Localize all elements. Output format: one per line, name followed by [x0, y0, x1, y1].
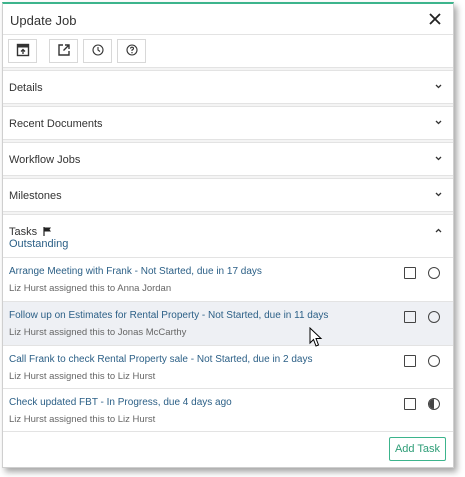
- not-started-status-icon[interactable]: [428, 311, 440, 323]
- task-checkbox[interactable]: [404, 267, 416, 279]
- task-checkbox[interactable]: [404, 398, 416, 410]
- task-title[interactable]: Check updated FBT - In Progress, due 4 d…: [9, 397, 232, 408]
- task-assignment: Liz Hurst assigned this to Jonas McCarth…: [9, 327, 187, 338]
- not-started-status-icon[interactable]: [428, 355, 440, 367]
- task-assignment: Liz Hurst assigned this to Liz Hurst: [9, 414, 156, 425]
- section-label: Recent Documents: [9, 118, 103, 130]
- section-milestones[interactable]: Milestones: [3, 179, 453, 212]
- task-title[interactable]: Follow up on Estimates for Rental Proper…: [9, 310, 328, 321]
- dialog-header: Update Job: [3, 4, 453, 35]
- toolbar: [3, 35, 453, 68]
- section-recent-documents[interactable]: Recent Documents: [3, 107, 453, 140]
- tasks-label: Tasks: [9, 226, 38, 238]
- section-label: Details: [9, 82, 43, 94]
- task-row[interactable]: Check updated FBT - In Progress, due 4 d…: [3, 388, 453, 432]
- chevron-up-icon: [435, 228, 442, 233]
- task-row[interactable]: Arrange Meeting with Frank - Not Started…: [3, 257, 453, 301]
- section-workflow-jobs[interactable]: Workflow Jobs: [3, 143, 453, 176]
- task-row[interactable]: Follow up on Estimates for Rental Proper…: [3, 301, 453, 345]
- update-job-dialog: Update Job Details Recent Documents Work…: [2, 2, 454, 468]
- section-label: Workflow Jobs: [9, 154, 81, 166]
- task-title[interactable]: Call Frank to check Rental Property sale…: [9, 354, 312, 365]
- section-label: Milestones: [9, 190, 62, 202]
- help-icon: [125, 43, 138, 59]
- external-link-button[interactable]: [49, 39, 78, 63]
- dialog-footer: Add Task: [3, 431, 453, 468]
- dialog-title: Update Job: [10, 13, 77, 28]
- external-link-icon: [57, 43, 71, 60]
- close-icon[interactable]: [425, 8, 445, 30]
- in-progress-status-icon[interactable]: [428, 398, 440, 410]
- task-title[interactable]: Arrange Meeting with Frank - Not Started…: [9, 266, 262, 277]
- history-button[interactable]: [83, 39, 112, 63]
- task-checkbox[interactable]: [404, 355, 416, 367]
- open-in-window-icon: [16, 43, 30, 60]
- mouse-cursor-icon: [309, 327, 323, 347]
- task-assignment: Liz Hurst assigned this to Anna Jordan: [9, 283, 172, 294]
- outstanding-label: Outstanding: [9, 238, 69, 250]
- add-task-button[interactable]: Add Task: [389, 437, 446, 461]
- chevron-down-icon: [435, 192, 442, 197]
- section-label: Tasks: [9, 226, 52, 238]
- open-in-window-button[interactable]: [8, 39, 37, 63]
- help-button[interactable]: [117, 39, 146, 63]
- clock-icon: [91, 43, 104, 59]
- flag-icon: [43, 227, 52, 236]
- task-row[interactable]: Call Frank to check Rental Property sale…: [3, 345, 453, 389]
- not-started-status-icon[interactable]: [428, 267, 440, 279]
- task-assignment: Liz Hurst assigned this to Liz Hurst: [9, 371, 156, 382]
- task-checkbox[interactable]: [404, 311, 416, 323]
- chevron-down-icon: [435, 156, 442, 161]
- chevron-down-icon: [435, 84, 442, 89]
- chevron-down-icon: [435, 120, 442, 125]
- section-details[interactable]: Details: [3, 71, 453, 104]
- section-tasks[interactable]: Tasks: [3, 215, 453, 248]
